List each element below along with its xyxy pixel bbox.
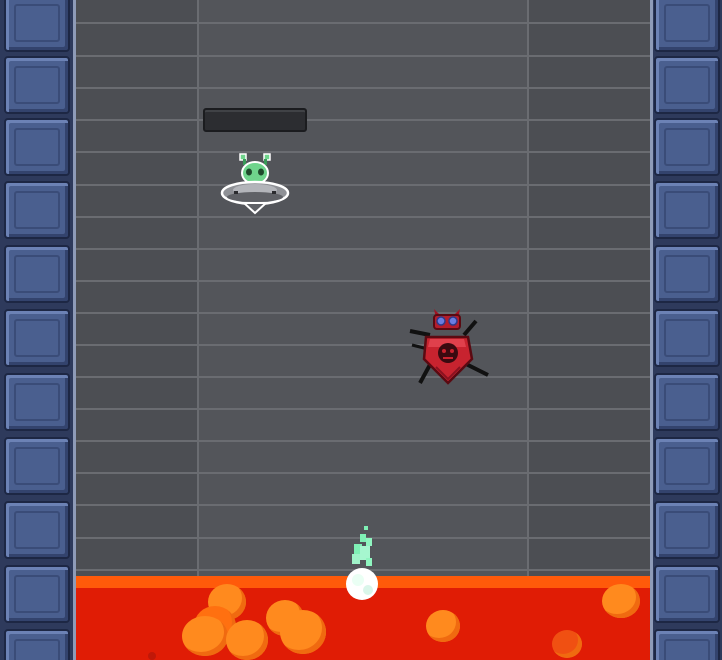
- floor-line: [76, 22, 650, 24]
- floor-line: [76, 55, 650, 57]
- wall-panel: [654, 373, 720, 431]
- wall-panel: [4, 373, 70, 431]
- alien-ufo-icon: [220, 153, 290, 215]
- floor-line: [76, 472, 650, 474]
- lava-bubble: [182, 616, 228, 656]
- floor-line: [76, 87, 650, 89]
- arena-floor: [76, 0, 650, 580]
- wall-panel: [4, 565, 70, 623]
- floor-line: [76, 344, 650, 346]
- wall-panel: [4, 118, 70, 176]
- floor-line: [76, 408, 650, 410]
- floor-line: [76, 184, 650, 186]
- lava-bubble: [148, 652, 156, 660]
- alien-ufo-enemy: [220, 153, 290, 215]
- floor-line: [76, 280, 650, 282]
- enemy-health-bar: [203, 108, 307, 132]
- right-wall: [650, 0, 722, 660]
- wall-panel: [654, 629, 720, 660]
- wall-panel: [4, 245, 70, 303]
- wall-panel: [4, 437, 70, 495]
- spider-robot-icon: [409, 309, 489, 385]
- wall-edge: [650, 0, 653, 660]
- floor-line: [76, 312, 650, 314]
- wall-panel: [4, 501, 70, 559]
- left-wall: [0, 0, 76, 660]
- wall-panel: [4, 0, 70, 52]
- game-stage: [0, 0, 722, 660]
- floor-line: [76, 376, 650, 378]
- wall-panel: [654, 0, 720, 52]
- floor-line: [76, 440, 650, 442]
- wall-panel: [654, 181, 720, 239]
- player-flame-wisp: [346, 526, 378, 600]
- lava-bubble: [602, 584, 640, 618]
- lava-bubble: [552, 630, 582, 658]
- floor-line: [76, 248, 650, 250]
- wall-panel: [654, 501, 720, 559]
- wall-panel: [654, 309, 720, 367]
- wall-panel: [4, 629, 70, 660]
- wall-panel: [654, 565, 720, 623]
- floor-line: [76, 119, 650, 121]
- wall-panel: [4, 181, 70, 239]
- floor-line: [76, 151, 650, 153]
- lava-bubble: [426, 610, 460, 642]
- lava-bubble: [280, 610, 326, 654]
- wall-panel: [654, 118, 720, 176]
- floor-line: [76, 504, 650, 506]
- wall-panel: [654, 245, 720, 303]
- wall-panel: [4, 56, 70, 114]
- wall-panel: [4, 309, 70, 367]
- lava-bubble: [226, 620, 268, 660]
- red-spider-robot-enemy: [409, 309, 489, 385]
- wall-panel: [654, 56, 720, 114]
- wall-panel: [654, 437, 720, 495]
- floor-line: [76, 216, 650, 218]
- flame-wisp-icon: [346, 526, 378, 600]
